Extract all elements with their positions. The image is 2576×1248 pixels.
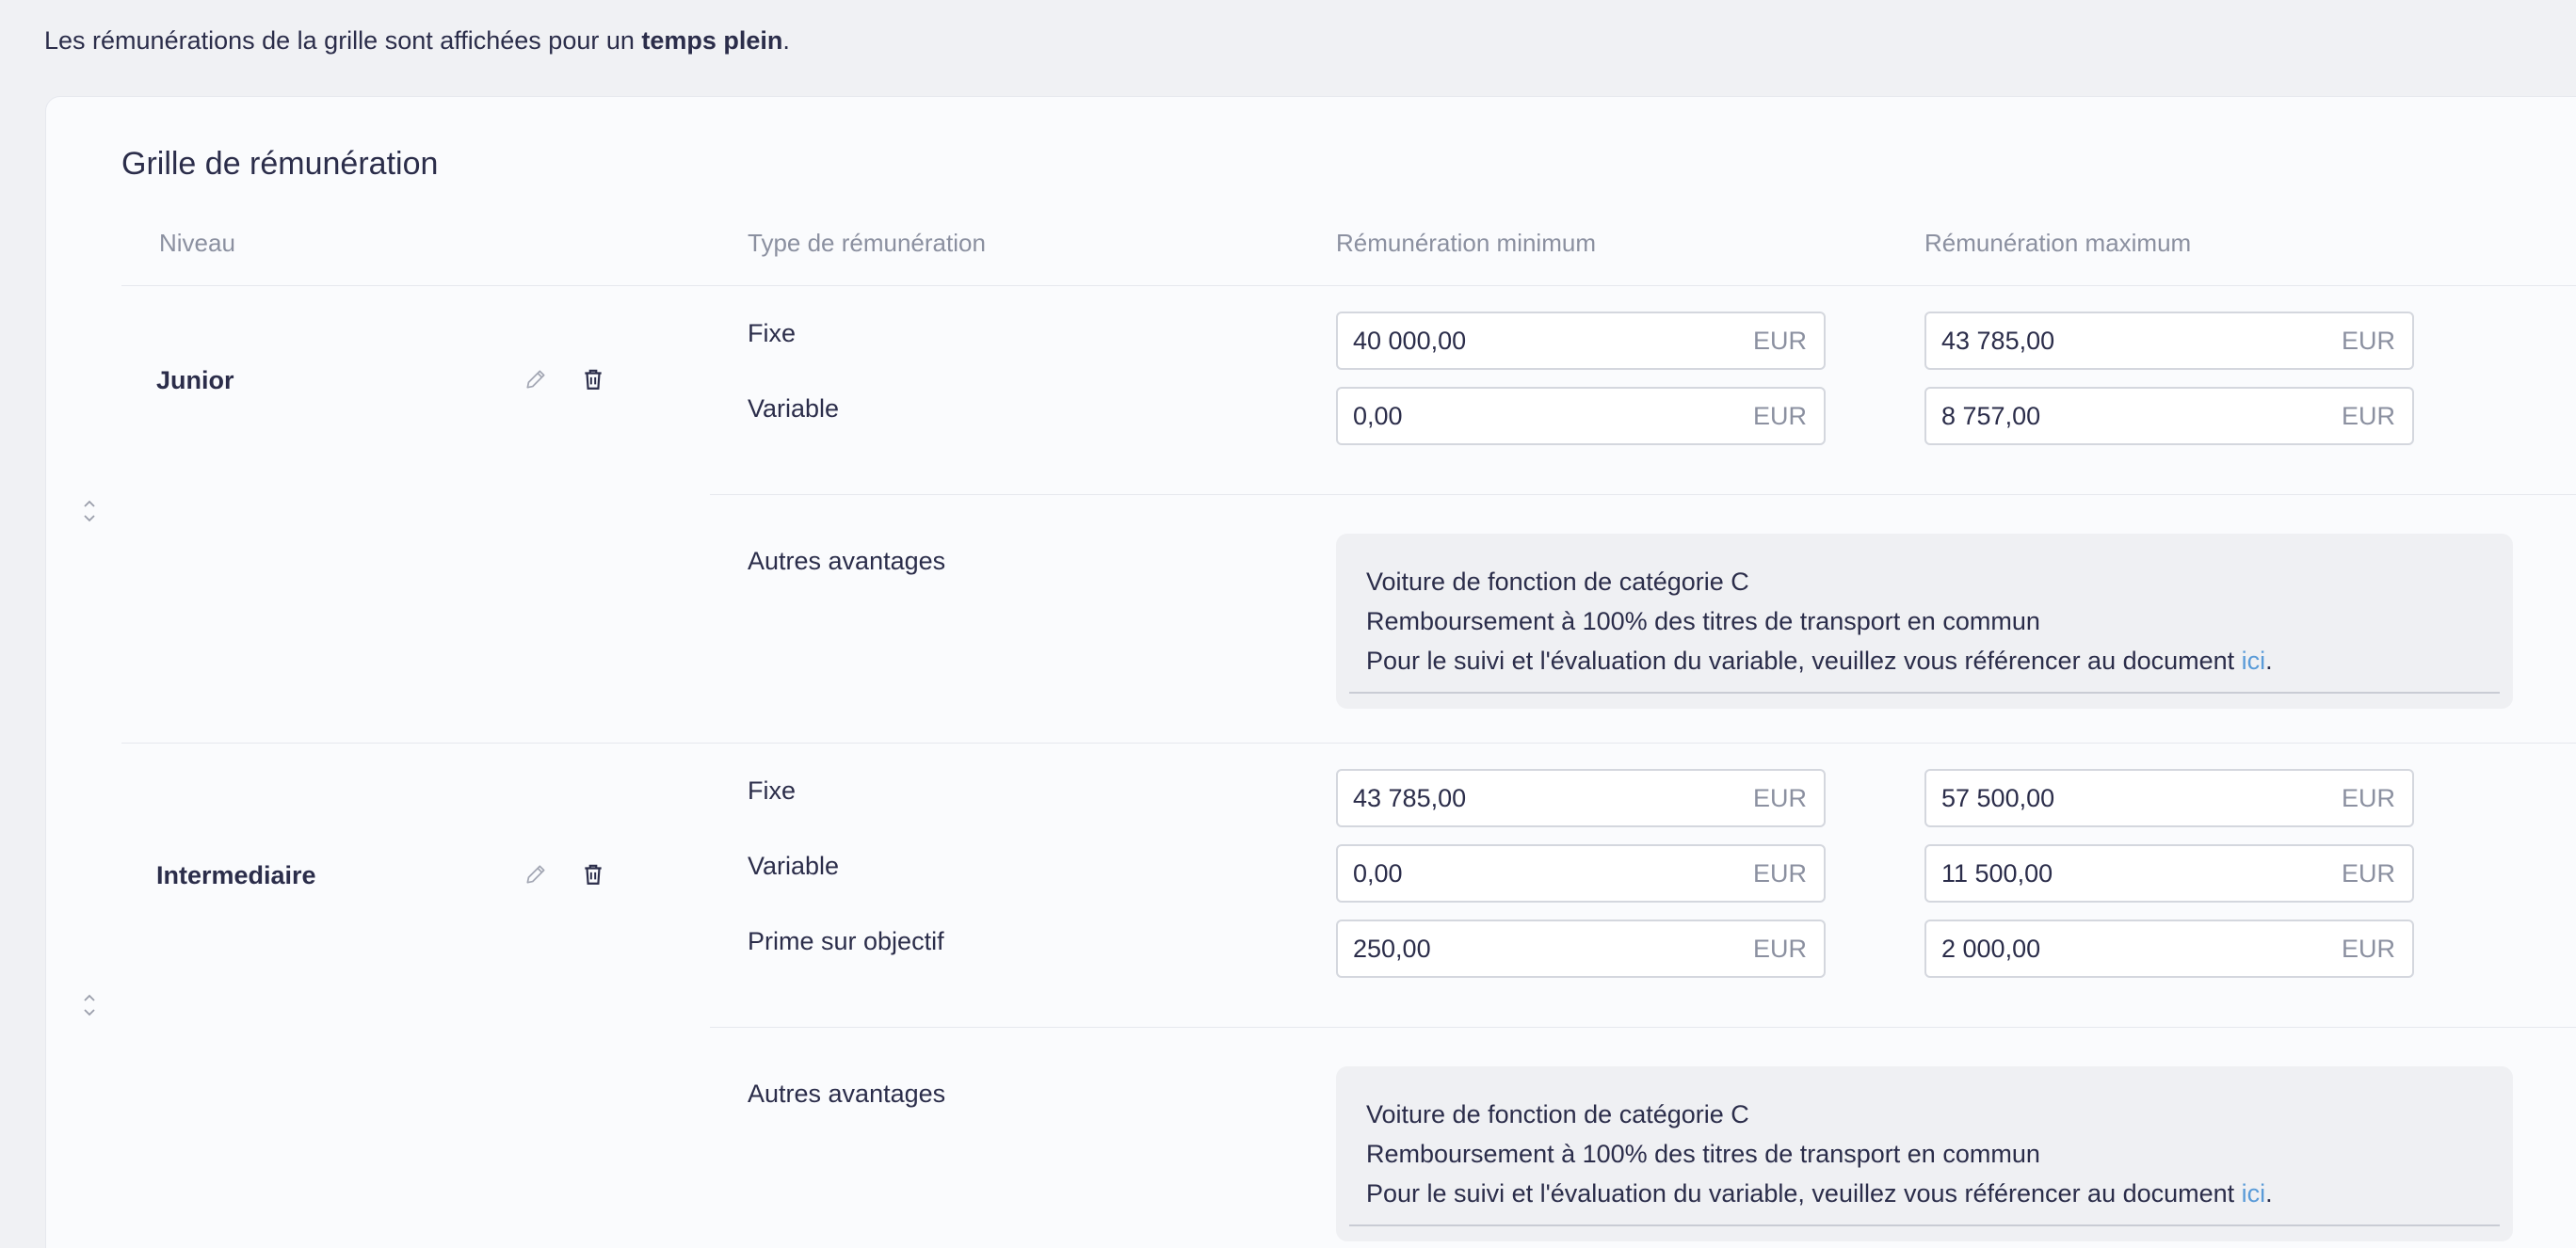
benefit-line: Voiture de fonction de catégorie C	[1366, 568, 1749, 596]
amount-value: 2 000,00	[1941, 934, 2041, 963]
max-amount-field[interactable]: 43 785,00 EUR	[1924, 312, 2414, 370]
notice-end: .	[782, 26, 790, 55]
amount-value: 11 500,00	[1941, 858, 2053, 888]
document-link[interactable]: ici	[2242, 1179, 2266, 1208]
amount-value: 40 000,00	[1353, 326, 1467, 355]
level-divider	[121, 743, 2576, 744]
editor-underline	[1349, 692, 2500, 694]
currency-label: EUR	[2341, 858, 2395, 888]
column-header-level: Niveau	[159, 229, 235, 257]
amount-value: 250,00	[1353, 934, 1431, 963]
max-amount-field[interactable]: 11 500,00 EUR	[1924, 844, 2414, 903]
header-divider	[121, 285, 2576, 286]
benefit-text: Pour le suivi et l'évaluation du variabl…	[1366, 647, 2242, 675]
level-name: Junior	[156, 366, 234, 394]
min-amount-field[interactable]: 0,00 EUR	[1336, 387, 1826, 445]
min-amount-field[interactable]: 0,00 EUR	[1336, 844, 1826, 903]
amount-value: 43 785,00	[1941, 326, 2055, 355]
currency-label: EUR	[2341, 326, 2395, 355]
type-label-prime: Prime sur objectif	[748, 927, 944, 955]
currency-label: EUR	[2341, 401, 2395, 430]
type-label-fixe: Fixe	[748, 776, 797, 805]
min-amount-field[interactable]: 250,00 EUR	[1336, 920, 1826, 978]
drag-handle-icon[interactable]	[80, 991, 99, 1019]
currency-label: EUR	[1752, 783, 1807, 812]
document-link[interactable]: ici	[2242, 647, 2266, 675]
max-amount-field[interactable]: 8 757,00 EUR	[1924, 387, 2414, 445]
card-title: Grille de rémunération	[121, 146, 439, 182]
min-amount-field[interactable]: 43 785,00 EUR	[1336, 769, 1826, 827]
pencil-icon[interactable]	[523, 861, 549, 888]
row-divider	[710, 494, 2576, 495]
notice-bold: temps plein	[641, 26, 783, 55]
min-amount-field[interactable]: 40 000,00 EUR	[1336, 312, 1826, 370]
full-time-notice: Les rémunérations de la grille sont affi…	[44, 26, 790, 56]
amount-value: 8 757,00	[1941, 401, 2041, 430]
benefit-line: Voiture de fonction de catégorie C	[1366, 1100, 1749, 1128]
benefits-editor[interactable]: Voiture de fonction de catégorie C Rembo…	[1336, 1066, 2513, 1241]
amount-value: 43 785,00	[1353, 783, 1467, 812]
currency-label: EUR	[1752, 401, 1807, 430]
benefit-text-end: .	[2265, 1179, 2273, 1208]
benefit-line: Remboursement à 100% des titres de trans…	[1366, 1140, 2040, 1168]
type-label-variable: Variable	[748, 394, 840, 423]
currency-label: EUR	[1752, 858, 1807, 888]
currency-label: EUR	[1752, 326, 1807, 355]
benefit-line: Remboursement à 100% des titres de trans…	[1366, 607, 2040, 635]
drag-handle-icon[interactable]	[80, 497, 99, 525]
benefits-label: Autres avantages	[748, 1080, 946, 1108]
currency-label: EUR	[1752, 934, 1807, 963]
column-header-min: Rémunération minimum	[1336, 229, 1596, 257]
notice-text: Les rémunérations de la grille sont affi…	[44, 26, 642, 55]
max-amount-field[interactable]: 2 000,00 EUR	[1924, 920, 2414, 978]
amount-value: 0,00	[1353, 401, 1403, 430]
level-name: Intermediaire	[156, 861, 316, 889]
benefits-editor[interactable]: Voiture de fonction de catégorie C Rembo…	[1336, 534, 2513, 709]
column-header-max: Rémunération maximum	[1924, 229, 2192, 257]
currency-label: EUR	[2341, 934, 2395, 963]
benefit-text: Pour le suivi et l'évaluation du variabl…	[1366, 1179, 2242, 1208]
benefit-text-end: .	[2265, 647, 2273, 675]
pencil-icon[interactable]	[523, 366, 549, 392]
trash-icon[interactable]	[580, 366, 606, 392]
trash-icon[interactable]	[580, 861, 606, 888]
type-label-fixe: Fixe	[748, 319, 797, 347]
amount-value: 57 500,00	[1941, 783, 2055, 812]
benefit-line: Pour le suivi et l'évaluation du variabl…	[1366, 1174, 2483, 1213]
editor-underline	[1349, 1224, 2500, 1226]
benefit-line: Pour le suivi et l'évaluation du variabl…	[1366, 641, 2483, 680]
amount-value: 0,00	[1353, 858, 1403, 888]
max-amount-field[interactable]: 57 500,00 EUR	[1924, 769, 2414, 827]
salary-grid-card: Grille de rémunération Niveau Type de ré…	[45, 96, 2576, 1248]
row-divider	[710, 1027, 2576, 1028]
currency-label: EUR	[2341, 783, 2395, 812]
benefits-label: Autres avantages	[748, 547, 946, 575]
column-header-type: Type de rémunération	[748, 229, 986, 257]
type-label-variable: Variable	[748, 852, 840, 880]
